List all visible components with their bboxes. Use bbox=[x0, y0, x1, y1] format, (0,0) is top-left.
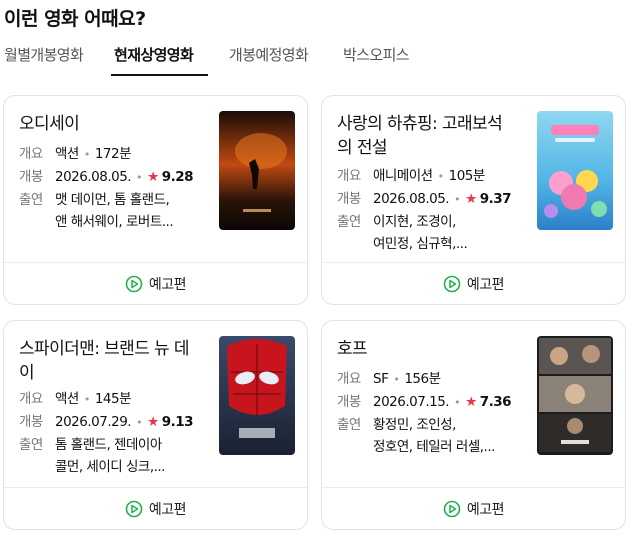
movie-info: 개요 SF • 156분 개봉 2026.07.15. • ★ 7.36 출연 황정민, 조인성… bbox=[337, 368, 522, 458]
genre-label: 개요 bbox=[337, 371, 361, 387]
genre-value: 애니메이션 bbox=[373, 168, 433, 184]
star-icon: ★ bbox=[465, 191, 477, 207]
genre-label: 개요 bbox=[19, 146, 43, 162]
trailer-label: 예고편 bbox=[148, 502, 187, 518]
movie-title[interactable]: 호프 bbox=[337, 337, 517, 361]
tab-now-showing[interactable]: 현재상영영화 bbox=[114, 44, 194, 65]
play-icon bbox=[443, 500, 461, 518]
movie-tabs: 월별개봉영화 현재상영영화 개봉예정영화 박스오피스 bbox=[0, 44, 640, 76]
trailer-button[interactable]: 예고편 bbox=[322, 263, 625, 305]
genre-value: SF bbox=[373, 371, 389, 387]
movie-poster[interactable] bbox=[537, 336, 613, 455]
trailer-label: 예고편 bbox=[466, 502, 505, 518]
rating-value: 9.28 bbox=[161, 169, 194, 185]
cast-line: 맷 데이먼, 톰 홀랜드, bbox=[55, 192, 170, 208]
genre-value: 액션 bbox=[55, 391, 79, 407]
genre-value: 액션 bbox=[55, 146, 79, 162]
release-date: 2026.08.05. bbox=[373, 191, 450, 207]
cast-line: 콜먼, 세이디 싱크,... bbox=[55, 459, 165, 475]
runtime-value: 156분 bbox=[404, 371, 441, 387]
trailer-label: 예고편 bbox=[148, 277, 187, 293]
movie-info: 개요 액션 • 145분 개봉 2026.07.29. • ★ 9.13 출연 톰 홀랜드, 젠… bbox=[19, 388, 204, 478]
rating-value: 9.13 bbox=[161, 414, 194, 430]
star-icon: ★ bbox=[147, 169, 159, 185]
cast-line: 톰 홀랜드, 젠데이아 bbox=[55, 437, 162, 453]
tab-upcoming[interactable]: 개봉예정영화 bbox=[229, 44, 309, 65]
release-date: 2026.07.29. bbox=[55, 414, 132, 430]
runtime-value: 172분 bbox=[94, 146, 132, 162]
rating-value: 7.36 bbox=[479, 394, 512, 410]
movie-card[interactable]: 사랑의 하츄핑: 고래보석의 전설 개요 애니메이션 • 105분 개봉 2026.08… bbox=[321, 95, 626, 305]
cast-line: 정호연, 테일러 러셀,... bbox=[373, 439, 495, 455]
play-icon bbox=[125, 500, 143, 518]
movie-title[interactable]: 오디세이 bbox=[19, 112, 199, 136]
cast-label: 출연 bbox=[337, 417, 361, 433]
tab-box-office[interactable]: 박스오피스 bbox=[343, 44, 410, 65]
movie-card[interactable]: 스파이더맨: 브랜드 뉴 데이 개요 액션 • 145분 개봉 2026.07.29. •… bbox=[3, 320, 308, 530]
movie-card[interactable]: 오디세이 개요 액션 • 172분 개봉 2026.08.05. • ★ 9.28 출연 맷 데… bbox=[3, 95, 308, 305]
release-date: 2026.08.05. bbox=[55, 169, 132, 185]
movie-title[interactable]: 스파이더맨: 브랜드 뉴 데이 bbox=[19, 337, 199, 385]
release-label: 개봉 bbox=[19, 414, 43, 430]
movie-info: 개요 애니메이션 • 105분 개봉 2026.08.05. • ★ 9.37 출연 이지현, … bbox=[337, 165, 522, 255]
cast-line: 이지현, 조경이, bbox=[373, 214, 456, 230]
trailer-button[interactable]: 예고편 bbox=[4, 488, 307, 530]
release-label: 개봉 bbox=[337, 394, 361, 410]
genre-label: 개요 bbox=[337, 168, 361, 184]
cast-label: 출연 bbox=[337, 214, 361, 230]
movie-info: 개요 액션 • 172분 개봉 2026.08.05. • ★ 9.28 출연 맷 데이먼, 톰… bbox=[19, 143, 204, 233]
trailer-button[interactable]: 예고편 bbox=[322, 488, 625, 530]
rating-value: 9.37 bbox=[479, 191, 512, 207]
play-icon bbox=[125, 275, 143, 293]
movie-poster[interactable] bbox=[219, 111, 295, 230]
star-icon: ★ bbox=[147, 414, 159, 430]
movie-poster[interactable] bbox=[537, 111, 613, 230]
runtime-value: 145분 bbox=[94, 391, 132, 407]
genre-label: 개요 bbox=[19, 391, 43, 407]
cast-line: 여민정, 심규혁,... bbox=[373, 236, 468, 252]
star-icon: ★ bbox=[465, 394, 477, 410]
release-label: 개봉 bbox=[19, 169, 43, 185]
trailer-label: 예고편 bbox=[466, 277, 505, 293]
cast-line: 앤 해서웨이, 로버트... bbox=[55, 214, 174, 230]
movie-card[interactable]: 호프 개요 SF • 156분 개봉 2026.07.15. • ★ 7.36 출연 황정민, … bbox=[321, 320, 626, 530]
play-icon bbox=[443, 275, 461, 293]
movie-title[interactable]: 사랑의 하츄핑: 고래보석의 전설 bbox=[337, 112, 517, 160]
movie-poster[interactable] bbox=[219, 336, 295, 455]
tab-monthly-release[interactable]: 월별개봉영화 bbox=[4, 44, 84, 65]
release-date: 2026.07.15. bbox=[373, 394, 450, 410]
cast-label: 출연 bbox=[19, 437, 43, 453]
active-tab-indicator bbox=[111, 74, 208, 76]
runtime-value: 105분 bbox=[448, 168, 486, 184]
section-title: 이런 영화 어때요? bbox=[4, 8, 146, 30]
cast-line: 황정민, 조인성, bbox=[373, 417, 456, 433]
trailer-button[interactable]: 예고편 bbox=[4, 263, 307, 305]
cast-label: 출연 bbox=[19, 192, 43, 208]
release-label: 개봉 bbox=[337, 191, 361, 207]
